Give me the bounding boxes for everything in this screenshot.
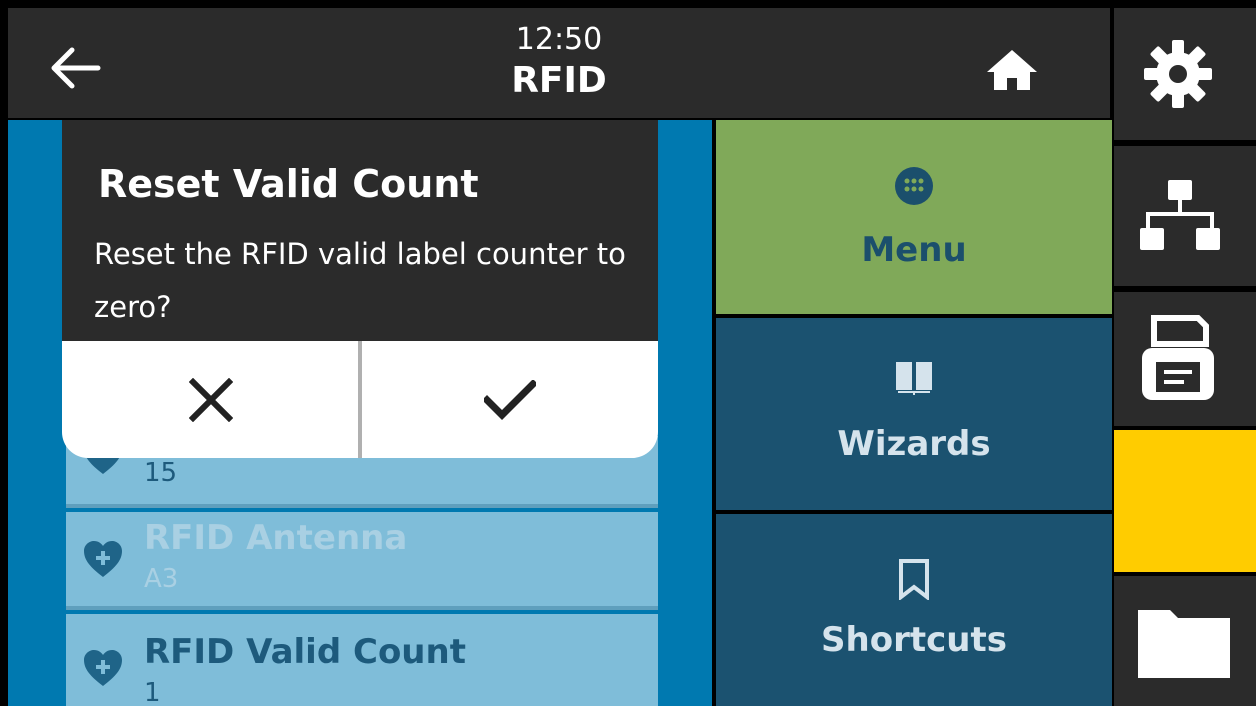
list-item-value: A3	[144, 564, 179, 594]
list-item[interactable]: RFID Valid Count 1	[66, 614, 658, 706]
page-title: RFID	[511, 60, 607, 101]
home-button[interactable]	[983, 46, 1053, 106]
clock: 12:50	[515, 22, 603, 57]
nav-menu-button[interactable]: Menu	[716, 120, 1112, 314]
sidebar	[1114, 0, 1256, 706]
list-item-value: 15	[144, 458, 178, 488]
cancel-button[interactable]	[62, 341, 360, 458]
menu-grid-icon	[895, 167, 933, 205]
status-alert-button[interactable]	[1114, 430, 1256, 572]
check-icon	[484, 379, 536, 420]
bookmark-icon	[899, 559, 929, 600]
gear-icon	[1144, 40, 1212, 108]
nav-shortcuts-button[interactable]: Shortcuts	[716, 514, 1112, 706]
list-item-title: RFID Valid Count	[144, 632, 466, 672]
files-button[interactable]	[1114, 576, 1256, 706]
confirm-button[interactable]	[362, 341, 658, 458]
favorite-add-icon	[84, 541, 122, 577]
nav-wizards-label: Wizards	[837, 424, 991, 464]
header-bar: 12:50 RFID	[8, 8, 1110, 118]
network-icon	[1140, 180, 1220, 250]
printer-icon	[1142, 315, 1214, 400]
list-item-title: RFID Antenna	[144, 518, 408, 558]
folder-icon	[1138, 610, 1230, 678]
nav-shortcuts-label: Shortcuts	[821, 620, 1007, 660]
favorite-add-icon	[84, 650, 122, 686]
book-icon	[896, 362, 932, 395]
dialog-title: Reset Valid Count	[98, 162, 479, 206]
network-button[interactable]	[1114, 146, 1256, 286]
dialog-message: Reset the RFID valid label counter to ze…	[94, 237, 626, 324]
list-item-value: 1	[144, 678, 161, 706]
settings-button[interactable]	[1114, 8, 1256, 140]
dialog-actions	[62, 341, 658, 458]
printer-button[interactable]	[1114, 292, 1256, 426]
home-icon	[987, 50, 1037, 90]
close-icon	[189, 377, 233, 422]
nav-menu-label: Menu	[861, 230, 967, 270]
nav-wizards-button[interactable]: Wizards	[716, 318, 1112, 510]
list-item[interactable]: RFID Antenna A3	[66, 512, 658, 610]
dialog-header: Reset Valid Count Reset the RFID valid l…	[62, 120, 658, 341]
confirm-dialog: Reset Valid Count Reset the RFID valid l…	[62, 120, 658, 458]
